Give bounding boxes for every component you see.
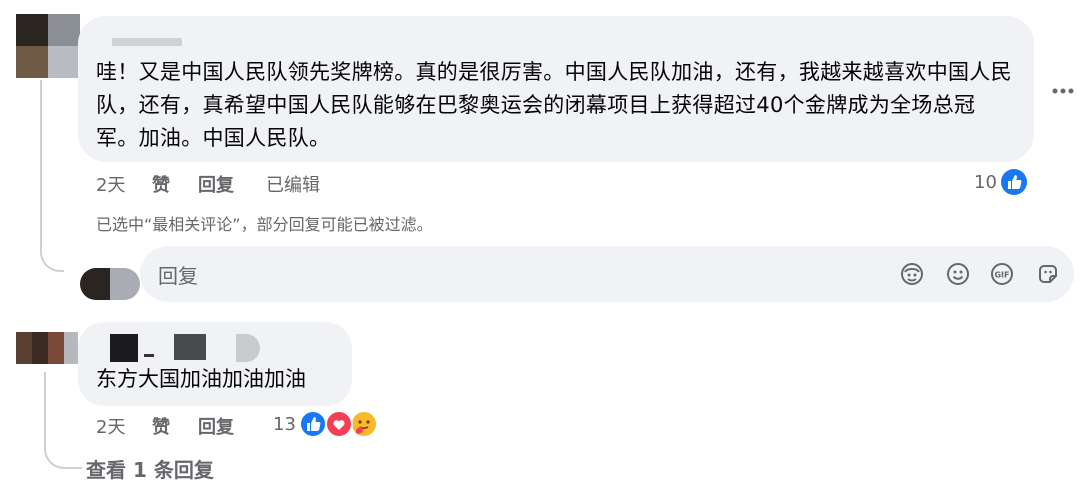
comment-time[interactable]: 2天 (96, 413, 125, 439)
love-reaction-icon[interactable] (325, 410, 353, 438)
svg-text:GIF: GIF (994, 271, 1009, 280)
comment-text: 东方大国加油加油加油 (96, 367, 306, 391)
reaction-count[interactable]: 10 (974, 172, 997, 193)
reply-button[interactable]: 回复 (198, 171, 234, 197)
comment-text: 哇！又是中国人民队领先奖牌榜。真的是很厉害。中国人民队加油，还有，我越来越喜欢中… (96, 60, 1012, 150)
view-replies-link[interactable]: 查看 1 条回复 (86, 454, 214, 483)
like-reaction-icon[interactable] (299, 410, 327, 438)
reply-placeholder: 回复 (158, 264, 198, 288)
avatar-sticker-icon[interactable] (900, 262, 924, 286)
filter-note: 已选中“最相关评论”，部分回复可能已被过滤。 (96, 215, 433, 234)
avatar[interactable] (16, 14, 80, 78)
emoji-icon[interactable] (946, 262, 970, 286)
like-button[interactable]: 赞 (152, 171, 170, 197)
reaction-count[interactable]: 13 (273, 414, 296, 435)
care-reaction-icon[interactable] (350, 410, 378, 438)
thread-line-vertical-2 (44, 372, 82, 469)
reply-button[interactable]: 回复 (198, 413, 234, 439)
comment-author[interactable] (112, 28, 182, 46)
like-button[interactable]: 赞 (152, 413, 170, 439)
avatar (80, 268, 140, 300)
edited-label[interactable]: 已编辑 (266, 171, 320, 197)
gif-icon[interactable]: GIF (990, 262, 1014, 286)
comment-author[interactable] (110, 334, 260, 362)
avatar[interactable] (16, 332, 78, 364)
more-options-icon[interactable] (1052, 86, 1074, 96)
comment-time[interactable]: 2天 (96, 171, 125, 197)
sticker-icon[interactable] (1036, 262, 1060, 286)
reply-input[interactable]: 回复 GIF (140, 246, 1074, 302)
like-reaction-icon[interactable] (1000, 168, 1028, 196)
thread-line-vertical-1 (40, 80, 64, 272)
